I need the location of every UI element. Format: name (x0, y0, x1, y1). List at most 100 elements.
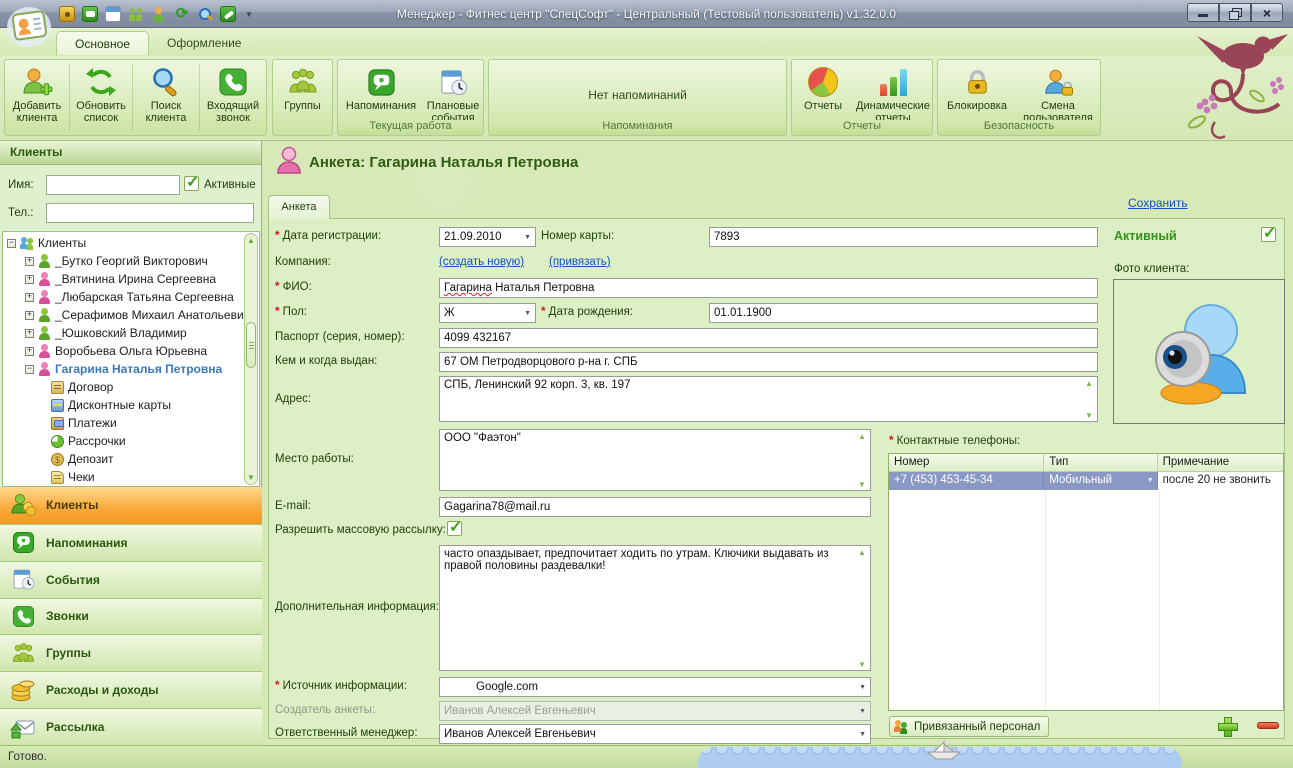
incoming-call-button[interactable]: Входящий звонок (200, 60, 266, 135)
tree-client[interactable]: _Любарская Татьяна Сергеевна (7, 288, 243, 306)
linked-staff-button[interactable]: Привязанный персонал (889, 716, 1049, 737)
expand-icon[interactable] (25, 291, 34, 302)
minimize-button[interactable] (1187, 3, 1219, 22)
card-number-input[interactable] (709, 227, 1098, 247)
scroll-down-icon[interactable]: ▼ (245, 473, 257, 482)
gender-combo[interactable]: Ж (439, 303, 536, 323)
client-photo-placeholder[interactable] (1113, 279, 1285, 424)
sidebar-item-events[interactable]: События (0, 560, 262, 598)
issued-by-input[interactable] (439, 352, 1098, 372)
name-filter-label: Имя: (8, 179, 34, 191)
expand-icon[interactable] (25, 255, 34, 266)
active-flag-checkbox[interactable] (1261, 223, 1276, 243)
sidebar-item-groups[interactable]: Группы (0, 634, 262, 672)
dropdown-icon[interactable]: ▼ (1147, 477, 1154, 484)
tree-subitem-payments[interactable]: Платежи (7, 414, 243, 432)
sidebar-item-calls[interactable]: Звонки (0, 597, 262, 635)
app-logo-icon[interactable] (6, 3, 52, 49)
collapse-icon[interactable] (25, 363, 34, 374)
phones-table-empty-area[interactable] (889, 490, 1283, 710)
tab-appearance[interactable]: Оформление (149, 31, 259, 55)
birth-date-input[interactable] (709, 303, 1098, 323)
sidebar-item-finance[interactable]: Расходы и доходы (0, 671, 262, 709)
tree-client[interactable]: Воробьева Ольга Юрьевна (7, 342, 243, 360)
sidebar-item-reminders[interactable]: Напоминания (0, 523, 262, 561)
expand-icon[interactable] (25, 345, 34, 356)
phones-title: Контактные телефоны: (889, 435, 1021, 447)
tree-client[interactable]: _Серафимов Михаил Анатольевич (7, 306, 250, 324)
expand-icon[interactable] (25, 309, 34, 320)
extra-info-textarea[interactable]: часто опаздывает, предпочитает ходить по… (439, 545, 871, 671)
col-note[interactable]: Примечание (1157, 454, 1283, 472)
tree-client[interactable]: _Вятинина Ирина Сергеевна (7, 270, 243, 288)
phone-number-cell[interactable]: +7 (453) 453-45-34 (889, 472, 1045, 490)
mass-mailing-label: Разрешить массовую рассылку: (275, 524, 446, 536)
scroll-down-icon[interactable]: ▼ (856, 480, 868, 489)
tree-client[interactable]: _Бутко Георгий Викторович (7, 252, 243, 270)
tab-anketa[interactable]: Анкета (268, 195, 330, 219)
restore-button[interactable] (1219, 3, 1251, 22)
remove-phone-button[interactable] (1257, 722, 1279, 729)
reg-date-combo[interactable]: 21.09.2010 (439, 227, 536, 247)
tree-subitem-installments[interactable]: Рассрочки (7, 432, 243, 450)
reminders-icon (10, 530, 36, 556)
mass-mailing-checkbox[interactable] (447, 517, 462, 537)
tree-subitem-contract[interactable]: Договор (7, 378, 243, 396)
tree-client-selected[interactable]: Гагарина Наталья Петровна (7, 360, 243, 378)
col-number[interactable]: Номер (889, 454, 1045, 472)
tree-subitem-discount-cards[interactable]: Дисконтные карты (7, 396, 243, 414)
reminders-icon (366, 65, 397, 99)
active-filter-checkbox[interactable] (184, 172, 199, 192)
col-type[interactable]: Тип (1044, 454, 1158, 472)
refresh-list-button[interactable]: Обновить список (70, 60, 132, 135)
phones-table: Номер Тип Примечание +7 (453) 453-45-34 … (888, 453, 1284, 711)
sidebar-item-mailing[interactable]: Рассылка (0, 708, 262, 745)
phone-type-cell[interactable]: Мобильный ▼ (1044, 472, 1158, 490)
scroll-up-icon[interactable]: ▲ (856, 548, 868, 557)
tree-subitem-deposit[interactable]: Депозит (7, 450, 243, 468)
creator-combo[interactable]: Иванов Алексей Евгеньевич (439, 701, 871, 721)
scroll-up-icon[interactable]: ▲ (245, 236, 257, 245)
groups-button[interactable]: Группы (273, 60, 332, 135)
scroll-up-icon[interactable]: ▲ (1083, 379, 1095, 388)
add-phone-button[interactable] (1217, 716, 1238, 737)
search-client-button[interactable]: Поиск клиента (133, 60, 199, 135)
tab-main[interactable]: Основное (56, 31, 149, 55)
extra-info-label: Дополнительная информация: (275, 601, 439, 613)
fio-input[interactable]: Гагарина Наталья Петровна (439, 278, 1098, 298)
name-filter-input[interactable] (46, 175, 180, 195)
email-input[interactable] (439, 497, 871, 517)
passport-input[interactable] (439, 328, 1098, 348)
collapse-icon[interactable] (7, 237, 16, 248)
sidebar-item-clients[interactable]: Клиенты (0, 487, 262, 524)
close-button[interactable]: × (1251, 3, 1283, 22)
table-row[interactable]: +7 (453) 453-45-34 Мобильный ▼ после 20 н… (889, 472, 1283, 490)
tree-root[interactable]: Клиенты (7, 234, 243, 252)
address-textarea[interactable]: СПБ, Ленинский 92 корп. 3, кв. 197 (439, 376, 1098, 422)
info-source-combo[interactable]: Google.com (439, 677, 871, 697)
workplace-label: Место работы: (275, 453, 354, 465)
tree-subitem-receipts[interactable]: Чеки (7, 468, 243, 486)
company-create-link[interactable]: (создать новую) (439, 256, 524, 268)
manager-combo[interactable]: Иванов Алексей Евгеньевич (439, 724, 871, 744)
groups-label: Группы (284, 100, 321, 112)
client-female-icon (38, 344, 51, 358)
scrollbar-thumb[interactable] (246, 322, 256, 368)
group-label-security: Безопасность (938, 120, 1100, 135)
scroll-down-icon[interactable]: ▼ (1083, 411, 1095, 420)
phone-filter-input[interactable] (46, 203, 254, 223)
expand-icon[interactable] (25, 273, 34, 284)
save-link[interactable]: Сохранить (1128, 196, 1188, 210)
company-attach-link[interactable]: (привязать) (549, 256, 611, 268)
tree-scrollbar[interactable]: ▲ ▼ (244, 233, 258, 485)
workplace-textarea[interactable]: ООО "Фаэтон" (439, 429, 871, 491)
expand-icon[interactable] (25, 327, 34, 338)
ribbon-group-clients: Добавить клиента Обновить список Поиск к… (4, 59, 267, 136)
scroll-up-icon[interactable]: ▲ (856, 432, 868, 441)
phone-note-cell[interactable]: после 20 не звонить (1158, 472, 1283, 490)
add-client-button[interactable]: Добавить клиента (5, 60, 69, 135)
client-female-icon (38, 290, 51, 304)
scroll-down-icon[interactable]: ▼ (856, 660, 868, 669)
ribbon-group-current-work: Напоминания Плановые события Текущая раб… (337, 59, 484, 136)
tree-client[interactable]: _Юшковский Владимир (7, 324, 243, 342)
